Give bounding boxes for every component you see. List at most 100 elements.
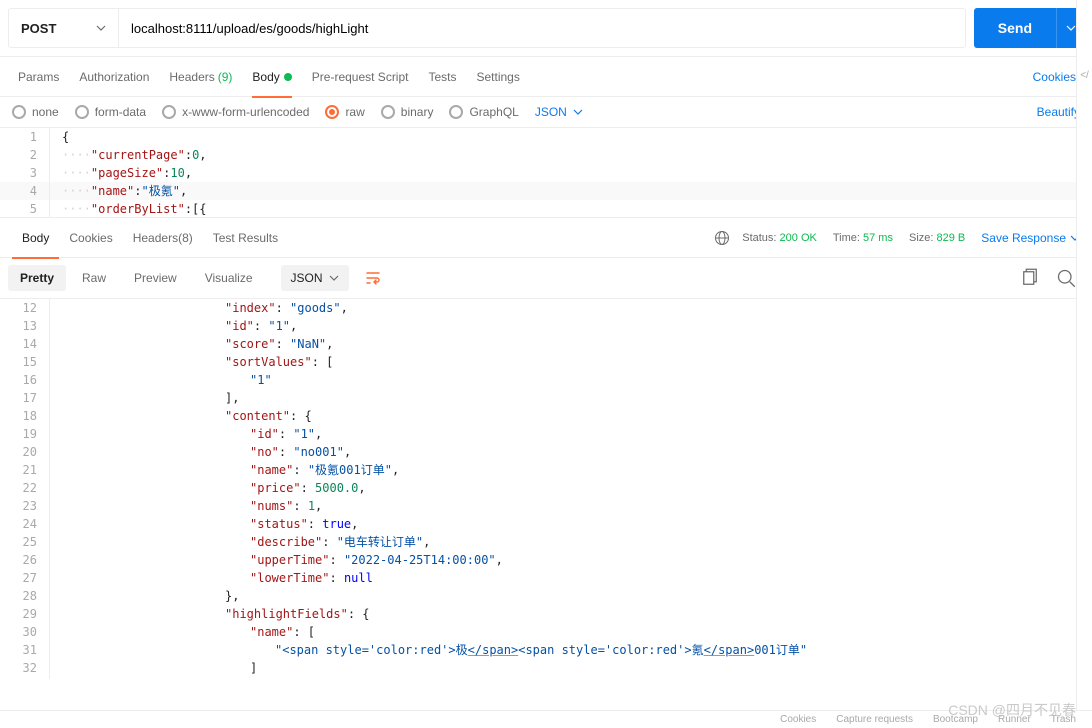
search-icon[interactable]	[1056, 268, 1076, 288]
body-type-row: none form-data x-www-form-urlencoded raw…	[0, 97, 1092, 128]
editor-line[interactable]: 25"describe": "电车转让订单",	[0, 533, 1092, 551]
editor-line[interactable]: 14"score": "NaN",	[0, 335, 1092, 353]
tab-headers-label: Headers	[169, 70, 214, 84]
editor-line[interactable]: 17],	[0, 389, 1092, 407]
radio-urlencoded[interactable]: x-www-form-urlencoded	[162, 105, 309, 119]
line-number: 22	[0, 479, 50, 497]
response-header: Body Cookies Headers (8) Test Results St…	[0, 218, 1092, 258]
editor-line[interactable]: 5····"orderByList":[{	[0, 200, 1092, 218]
editor-line[interactable]: 24"status": true,	[0, 515, 1092, 533]
tab-params[interactable]: Params	[8, 57, 69, 97]
radio-graphql[interactable]: GraphQL	[449, 105, 518, 119]
editor-line[interactable]: 31"<span style='color:red'>极</span><span…	[0, 641, 1092, 659]
editor-line[interactable]: 16"1"	[0, 371, 1092, 389]
view-raw[interactable]: Raw	[70, 265, 118, 291]
request-tabs: Params Authorization Headers (9) Body Pr…	[0, 57, 1092, 97]
editor-line[interactable]: 3····"pageSize":10,	[0, 164, 1092, 182]
method-select[interactable]: POST	[8, 8, 118, 48]
footer-runner[interactable]: Runner	[998, 714, 1031, 725]
editor-line[interactable]: 15"sortValues": [	[0, 353, 1092, 371]
response-toolbar: Pretty Raw Preview Visualize JSON	[0, 258, 1092, 299]
line-number: 5	[0, 200, 50, 218]
footer-capture[interactable]: Capture requests	[836, 714, 913, 725]
res-tab-cookies[interactable]: Cookies	[59, 218, 122, 258]
line-number: 19	[0, 425, 50, 443]
editor-line[interactable]: 32]	[0, 659, 1092, 677]
tab-headers[interactable]: Headers (9)	[159, 57, 242, 97]
line-number: 2	[0, 146, 50, 164]
view-visualize[interactable]: Visualize	[193, 265, 265, 291]
tab-settings[interactable]: Settings	[467, 57, 530, 97]
line-number: 3	[0, 164, 50, 182]
line-wrap-icon[interactable]	[359, 264, 387, 292]
editor-line[interactable]: 33},	[0, 677, 1092, 679]
line-number: 20	[0, 443, 50, 461]
radio-icon	[325, 105, 339, 119]
chevron-down-icon	[329, 275, 339, 281]
editor-line[interactable]: 20"no": "no001",	[0, 443, 1092, 461]
beautify-link[interactable]: Beautify	[1037, 105, 1080, 119]
editor-line[interactable]: 1{	[0, 128, 1092, 146]
footer-statusbar: Cookies Capture requests Bootcamp Runner…	[0, 710, 1092, 728]
request-body-editor[interactable]: 1{2····"currentPage":0,3····"pageSize":1…	[0, 128, 1092, 218]
chevron-down-icon	[96, 23, 106, 33]
chevron-down-icon	[1066, 25, 1076, 31]
tab-authorization[interactable]: Authorization	[69, 57, 159, 97]
response-language-select[interactable]: JSON	[281, 265, 349, 291]
footer-trash[interactable]: Trash	[1051, 714, 1076, 725]
line-number: 29	[0, 605, 50, 623]
line-number: 25	[0, 533, 50, 551]
tab-tests[interactable]: Tests	[418, 57, 466, 97]
editor-line[interactable]: 19"id": "1",	[0, 425, 1092, 443]
editor-line[interactable]: 22"price": 5000.0,	[0, 479, 1092, 497]
radio-icon	[12, 105, 26, 119]
line-number: 17	[0, 389, 50, 407]
line-number: 32	[0, 659, 50, 677]
send-button[interactable]: Send	[974, 8, 1056, 48]
radio-formdata[interactable]: form-data	[75, 105, 146, 119]
editor-line[interactable]: 18"content": {	[0, 407, 1092, 425]
editor-line[interactable]: 12"index": "goods",	[0, 299, 1092, 317]
copy-icon[interactable]	[1020, 268, 1040, 288]
right-sidebar: </	[1076, 0, 1092, 728]
tab-prerequest[interactable]: Pre-request Script	[302, 57, 419, 97]
editor-line[interactable]: 21"name": "极氪001订单",	[0, 461, 1092, 479]
view-pretty[interactable]: Pretty	[8, 265, 66, 291]
radio-binary[interactable]: binary	[381, 105, 434, 119]
editor-line[interactable]: 27"lowerTime": null	[0, 569, 1092, 587]
url-input[interactable]	[118, 8, 966, 48]
line-number: 15	[0, 353, 50, 371]
chevron-down-icon	[573, 109, 583, 115]
radio-icon	[162, 105, 176, 119]
line-number: 27	[0, 569, 50, 587]
res-tab-test-results[interactable]: Test Results	[203, 218, 288, 258]
radio-raw[interactable]: raw	[325, 105, 364, 119]
radio-icon	[381, 105, 395, 119]
radio-none[interactable]: none	[12, 105, 59, 119]
editor-line[interactable]: 13"id": "1",	[0, 317, 1092, 335]
tab-body[interactable]: Body	[242, 57, 301, 97]
line-number: 21	[0, 461, 50, 479]
line-number: 18	[0, 407, 50, 425]
footer-cookies[interactable]: Cookies	[780, 714, 816, 725]
res-tab-headers[interactable]: Headers (8)	[123, 218, 203, 258]
line-number: 13	[0, 317, 50, 335]
send-button-group: Send	[974, 8, 1084, 48]
view-preview[interactable]: Preview	[122, 265, 189, 291]
response-body-editor[interactable]: 12"index": "goods",13"id": "1",14"score"…	[0, 299, 1092, 679]
save-response[interactable]: Save Response	[981, 231, 1080, 245]
line-number: 33	[0, 677, 50, 679]
body-language-select[interactable]: JSON	[535, 105, 583, 119]
editor-line[interactable]: 30"name": [	[0, 623, 1092, 641]
res-tab-body[interactable]: Body	[12, 218, 59, 258]
editor-line[interactable]: 26"upperTime": "2022-04-25T14:00:00",	[0, 551, 1092, 569]
line-number: 12	[0, 299, 50, 317]
editor-line[interactable]: 2····"currentPage":0,	[0, 146, 1092, 164]
globe-icon[interactable]	[714, 230, 730, 246]
editor-line[interactable]: 28},	[0, 587, 1092, 605]
editor-line[interactable]: 23"nums": 1,	[0, 497, 1092, 515]
editor-line[interactable]: 4····"name":"极氪",	[0, 182, 1092, 200]
headers-count: (9)	[218, 70, 233, 84]
editor-line[interactable]: 29"highlightFields": {	[0, 605, 1092, 623]
footer-bootcamp[interactable]: Bootcamp	[933, 714, 978, 725]
